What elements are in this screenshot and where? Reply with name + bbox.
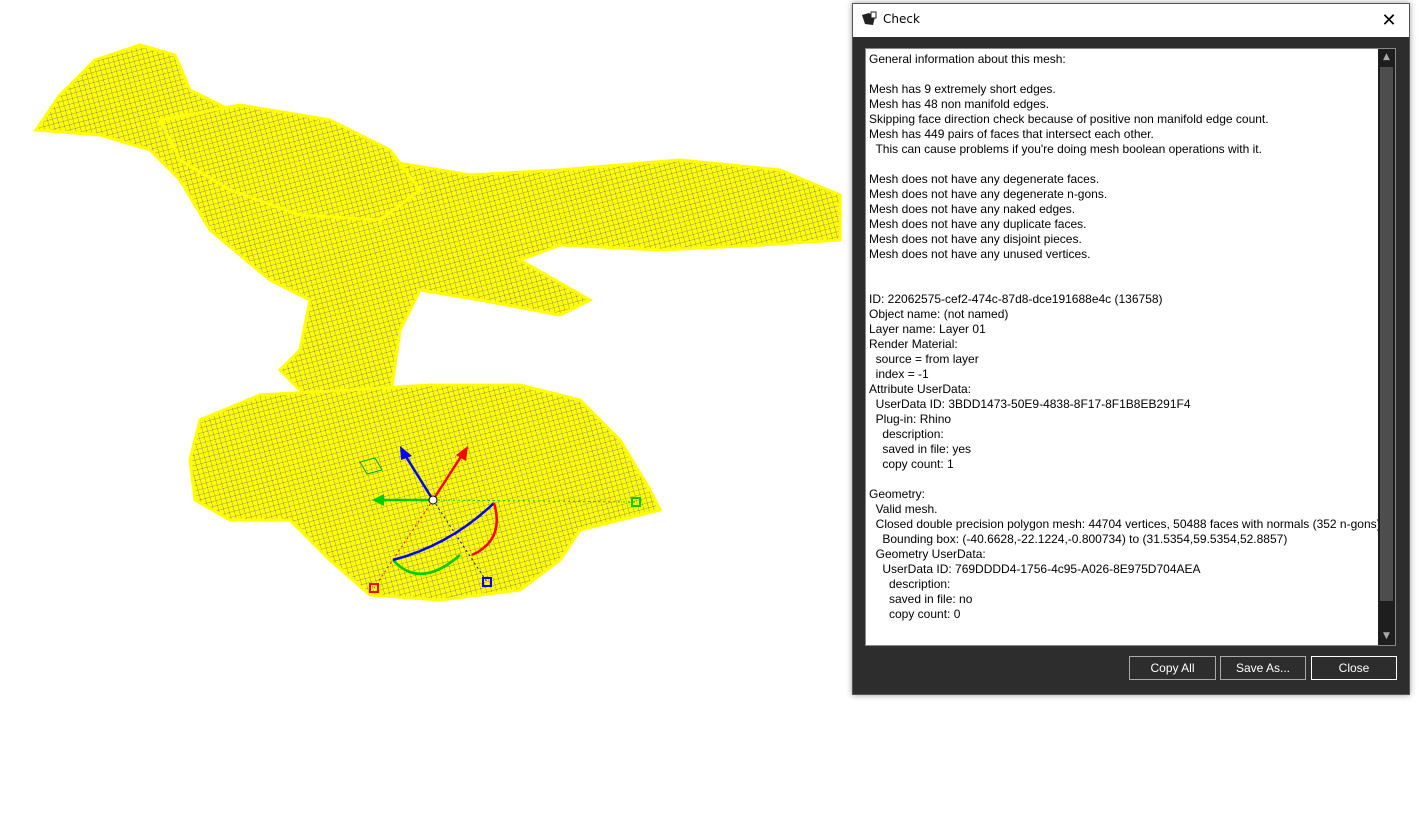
report-line: General information about this mesh: [869,52,1066,66]
vertical-scrollbar[interactable]: ▲ ▼ [1378,49,1395,645]
scroll-up-icon[interactable]: ▲ [1378,49,1395,66]
report-line: UserData ID: 3BDD1473-50E9-4838-8F17-8F1… [869,397,1191,411]
report-line: Mesh does not have any degenerate n-gons… [869,187,1108,201]
report-line: Plug-in: Rhino [869,412,952,426]
save-as-button[interactable]: Save As... [1220,656,1306,680]
check-dialog: Check ✕ General information about this m… [852,3,1410,695]
report-line: description: [869,427,944,441]
report-textarea[interactable]: General information about this mesh: Mesh… [865,48,1396,646]
report-line: Valid mesh. [869,502,938,516]
dialog-title: Check [883,12,920,26]
report-line: copy count: 0 [869,607,961,621]
report-line: saved in file: yes [869,442,972,456]
report-line: Mesh has 9 extremely short edges. [869,82,1056,96]
report-line: UserData ID: 769DDDD4-1756-4c95-A026-8E9… [869,562,1201,576]
report-line: Layer name: Layer 01 [869,322,986,336]
scrollbar-thumb[interactable] [1380,67,1393,601]
viewport[interactable] [0,0,850,814]
report-line [869,262,1375,277]
report-line: Mesh does not have any degenerate faces. [869,172,1100,186]
report-line: Mesh does not have any disjoint pieces. [869,232,1082,246]
report-line: ID: 22062575-cef2-474c-87d8-dce191688e4c… [869,292,1163,306]
report-text: General information about this mesh: Mesh… [869,52,1381,622]
report-line: Geometry UserData: [869,547,986,561]
report-line: Mesh does not have any unused vertices. [869,247,1091,261]
report-line: saved in file: no [869,592,973,606]
report-line [869,67,1375,82]
report-line [869,472,1375,487]
close-button[interactable]: Close [1311,656,1397,680]
report-line: Geometry: [869,487,926,501]
report-line [869,277,1375,292]
mesh-model[interactable] [0,0,850,814]
report-line: Mesh does not have any duplicate faces. [869,217,1087,231]
report-line [869,157,1375,172]
report-line: Mesh does not have any naked edges. [869,202,1076,216]
report-line: Bounding box: (-40.6628,-22.1224,-0.8007… [869,532,1288,546]
report-line: copy count: 1 [869,457,954,471]
report-line: Attribute UserData: [869,382,972,396]
report-line: Render Material: [869,337,958,351]
report-line: Skipping face direction check because of… [869,112,1269,126]
report-line: description: [869,577,951,591]
report-line: source = from layer [869,352,979,366]
report-line: Object name: (not named) [869,307,1009,321]
report-line: Mesh has 48 non manifold edges. [869,97,1050,111]
report-line: This can cause problems if you're doing … [869,142,1262,156]
report-line: index = -1 [869,367,929,381]
report-line: Closed double precision polygon mesh: 44… [869,517,1381,531]
copy-all-button[interactable]: Copy All [1129,656,1216,680]
bird-mesh [33,43,842,602]
close-icon[interactable]: ✕ [1369,4,1409,37]
scroll-down-icon[interactable]: ▼ [1378,628,1395,645]
title-bar[interactable]: Check ✕ [853,4,1409,37]
report-line: Mesh has 449 pairs of faces that interse… [869,127,1154,141]
rhino-app-icon [861,11,877,27]
